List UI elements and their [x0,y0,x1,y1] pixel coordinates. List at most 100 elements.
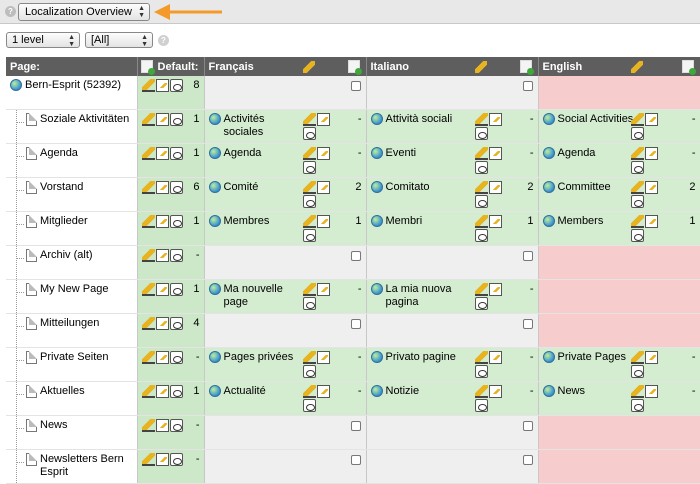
select-checkbox[interactable] [522,81,533,91]
page-title[interactable]: Vorstand [40,181,83,194]
translated-title[interactable]: Actualité [224,385,304,398]
edit-page-icon[interactable] [155,385,169,398]
translated-title[interactable]: Eventi [386,147,476,160]
edit-pencil-icon[interactable] [141,249,155,262]
edit-pencil-icon[interactable] [141,215,155,228]
edit-pencil-icon[interactable] [302,283,316,296]
view-page-icon[interactable] [169,215,183,228]
translated-title[interactable]: Membres [224,215,304,228]
edit-page-icon[interactable] [488,215,502,228]
edit-pencil-icon[interactable] [141,351,155,364]
edit-page-icon[interactable] [644,147,658,160]
page-icon[interactable] [26,181,37,194]
page-title[interactable]: Newsletters Bern Esprit [40,453,135,479]
edit-page-icon[interactable] [488,147,502,160]
edit-page-icon[interactable] [316,351,330,364]
view-page-icon[interactable] [302,161,316,174]
translated-title[interactable]: Attività sociali [386,113,476,126]
edit-pencil-icon[interactable] [302,61,315,73]
translated-page-icon[interactable] [542,181,555,193]
page-icon[interactable] [26,283,37,296]
translated-page-icon[interactable] [542,385,555,397]
translated-page-icon[interactable] [208,351,221,363]
edit-page-icon[interactable] [644,113,658,126]
select-checkbox[interactable] [350,251,361,261]
edit-page-icon[interactable] [155,283,169,296]
folder-page-icon[interactable] [26,419,37,432]
translated-page-icon[interactable] [542,215,555,227]
view-page-icon[interactable] [630,365,644,378]
page-icon[interactable] [26,147,37,160]
edit-page-icon[interactable] [644,215,658,228]
new-translation-icon[interactable] [681,60,696,75]
select-checkbox[interactable] [350,81,361,91]
select-checkbox[interactable] [522,251,533,261]
edit-pencil-icon[interactable] [141,147,155,160]
edit-page-icon[interactable] [155,351,169,364]
edit-page-icon[interactable] [155,181,169,194]
page-icon[interactable] [26,317,37,330]
view-page-icon[interactable] [169,419,183,432]
page-title[interactable]: News [40,419,68,432]
edit-page-icon[interactable] [316,181,330,194]
edit-pencil-icon[interactable] [141,419,155,432]
view-page-icon[interactable] [474,365,488,378]
translated-page-icon[interactable] [208,181,221,193]
page-title[interactable]: Mitteilungen [40,317,99,330]
translated-page-icon[interactable] [208,215,221,227]
language-select[interactable]: [All] ▲ ▼ [85,32,153,48]
translated-page-icon[interactable] [370,147,383,159]
view-page-icon[interactable] [302,399,316,412]
view-page-icon[interactable] [169,317,183,330]
page-title[interactable]: Mitglieder [40,215,88,228]
select-checkbox[interactable] [522,319,533,329]
edit-pencil-icon[interactable] [302,113,316,126]
translated-title[interactable]: Pages privées [224,351,304,364]
page-title[interactable]: Aktuelles [40,385,85,398]
page-title[interactable]: Bern-Esprit (52392) [25,79,121,92]
edit-page-icon[interactable] [155,317,169,330]
translated-page-icon[interactable] [542,113,555,125]
view-page-icon[interactable] [474,297,488,310]
view-page-icon[interactable] [474,399,488,412]
edit-page-icon[interactable] [488,283,502,296]
edit-page-icon[interactable] [488,351,502,364]
view-page-icon[interactable] [474,229,488,242]
mail-page-icon[interactable] [26,453,37,466]
edit-pencil-icon[interactable] [474,113,488,126]
page-title[interactable]: Private Seiten [40,351,108,364]
translated-title[interactable]: Members [558,215,638,228]
edit-pencil-icon[interactable] [630,351,644,364]
edit-pencil-icon[interactable] [630,61,643,73]
view-page-icon[interactable] [302,127,316,140]
edit-page-icon[interactable] [316,385,330,398]
translated-page-icon[interactable] [208,283,221,295]
translated-title[interactable]: Agenda [558,147,638,160]
function-select[interactable]: Localization Overview ▲ ▼ [18,3,150,21]
translated-title[interactable]: Privato pagine [386,351,476,364]
edit-pencil-icon[interactable] [630,113,644,126]
translated-page-icon[interactable] [208,147,221,159]
translated-title[interactable]: Agenda [224,147,304,160]
edit-page-icon[interactable] [155,113,169,126]
translated-title[interactable]: Activités sociales [224,113,304,139]
edit-page-icon[interactable] [488,181,502,194]
page-title[interactable]: Agenda [40,147,78,160]
new-translation-icon[interactable] [347,60,362,75]
view-page-icon[interactable] [169,249,183,262]
page-title[interactable]: My New Page [40,283,108,296]
page-title[interactable]: Archiv (alt) [40,249,93,262]
translated-title[interactable]: Private Pages [558,351,638,364]
edit-page-icon[interactable] [155,215,169,228]
view-page-icon[interactable] [630,229,644,242]
view-page-icon[interactable] [474,127,488,140]
edit-page-icon[interactable] [644,181,658,194]
hidden-page-icon[interactable] [26,249,37,262]
translated-page-icon[interactable] [542,351,555,363]
edit-pencil-icon[interactable] [302,181,316,194]
edit-page-icon[interactable] [644,351,658,364]
translated-title[interactable]: News [558,385,638,398]
edit-pencil-icon[interactable] [630,181,644,194]
edit-pencil-icon[interactable] [630,147,644,160]
view-page-icon[interactable] [302,229,316,242]
